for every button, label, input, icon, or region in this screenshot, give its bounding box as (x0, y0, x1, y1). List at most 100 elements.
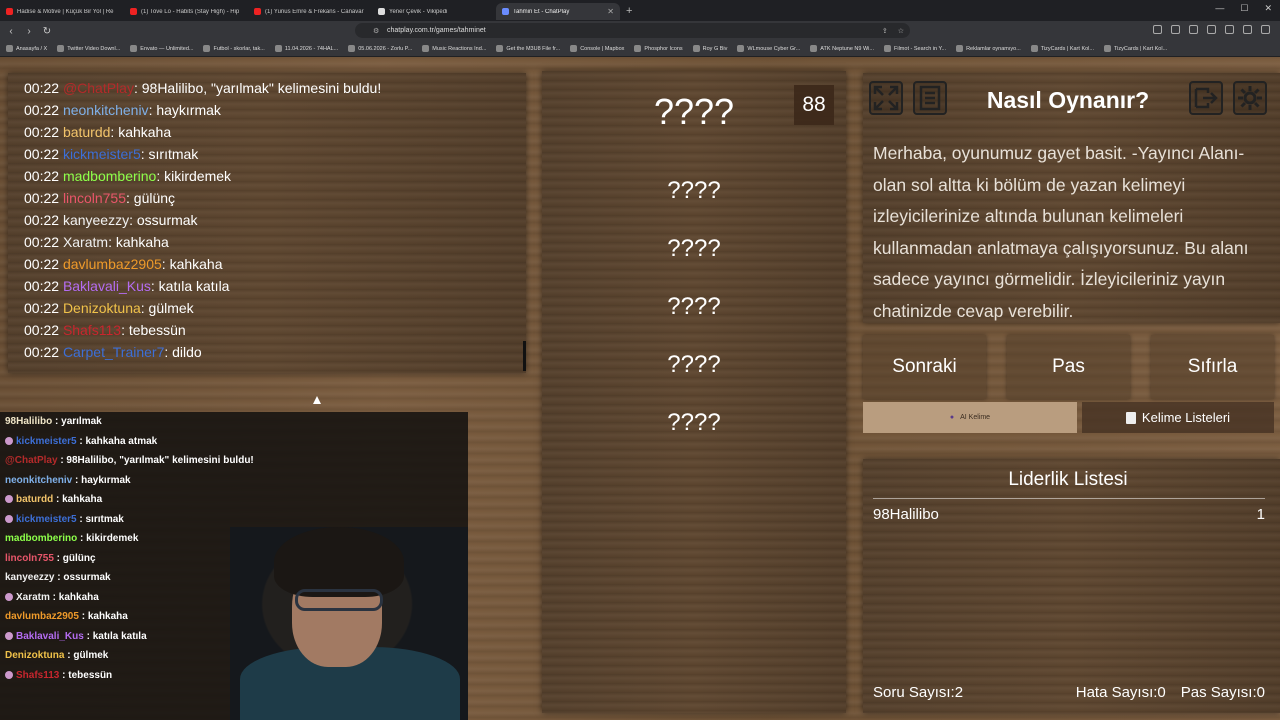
how-to-play-panel: Nasıl Oynanır? Merhaba, oyunumuz gayet b… (863, 73, 1280, 323)
tab-2[interactable]: (1) Yunus Emre & Frekans - Canavar (248, 3, 372, 20)
tab-3[interactable]: Yener Çevik - Vikipedi (372, 3, 496, 20)
bookmark-icon (737, 45, 745, 52)
new-tab-button[interactable]: + (626, 5, 632, 17)
how-to-play-text: Merhaba, oyunumuz gayet basit. -Yayıncı … (873, 143, 1249, 321)
badge-icon (5, 514, 13, 523)
chat-log-scrollbar[interactable] (523, 341, 526, 371)
bookmark-icon (570, 45, 578, 52)
close-tab-icon[interactable]: ✕ (607, 7, 614, 16)
bookmark-item[interactable]: Filmot - Search in Y... (884, 45, 946, 52)
chat-message: 00:22 kickmeister5: sırıtmak (24, 143, 526, 165)
bookmark-icon (203, 45, 211, 52)
reset-button[interactable]: Sıfırla (1151, 335, 1274, 399)
next-button[interactable]: Sonraki (863, 335, 986, 399)
stream-chat-text: : kahkaha (49, 591, 99, 603)
bookmark-label: ATK Neptune N9 Wi... (820, 45, 874, 52)
chat-message: 00:22 Baklavali_Kus: katıla katıla (24, 275, 526, 297)
bookmark-icon (634, 45, 642, 52)
bookmark-icon (956, 45, 964, 52)
bookmark-star-icon[interactable]: ☆ (898, 27, 904, 35)
reload-icon[interactable]: ↻ (40, 26, 54, 37)
stream-chat-username: lincoln755 (5, 552, 54, 564)
leaderboard-row: 98Halilibo 1 (873, 506, 1265, 523)
chat-message: 00:22 kanyeezzy: ossurmak (24, 209, 526, 231)
error-count: Hata Sayısı:0 (1075, 684, 1166, 701)
bookmark-item[interactable]: Futbol - skorlar, tak... (203, 45, 265, 52)
bookmark-item[interactable]: Get the M3U8 File fr... (496, 45, 560, 52)
bookmark-icon (348, 45, 356, 52)
mouse-cursor (313, 396, 321, 404)
back-icon[interactable]: ‹ (4, 26, 18, 37)
webcam-overlay (230, 527, 468, 720)
forbidden-word: ???? (667, 351, 721, 378)
tab-title: (1) Tove Lo - Habits (Stay High) - Hip (141, 8, 240, 15)
bookmark-label: Futbol - skorlar, tak... (213, 45, 265, 52)
bookmark-item[interactable]: Twitter Video Downl... (57, 45, 120, 52)
pass-count: Pas Sayısı:0 (1180, 684, 1265, 701)
chat-username: madbomberino (62, 168, 157, 184)
profile-icon[interactable] (1243, 25, 1252, 34)
share-icon[interactable]: ⇪ (882, 27, 888, 35)
maximize-icon[interactable]: ☐ (1240, 3, 1248, 14)
forbidden-word: ???? (667, 235, 721, 262)
tab-4[interactable]: Tahmin Et - ChatPlay ✕ (496, 3, 620, 20)
bookmark-item[interactable]: Console | Mapbox (570, 45, 624, 52)
chat-time: 00:22 (24, 322, 60, 338)
bookmark-item[interactable]: WLmouse Cyber Gr... (737, 45, 800, 52)
chat-username: Xaratm (62, 234, 109, 250)
ai-word-button[interactable]: ● AI Kelime (863, 402, 1077, 433)
leaderboard-panel: Liderlik Listesi 98Halilibo 1 Soru Sayıs… (863, 459, 1280, 713)
word-lists-button[interactable]: Kelime Listeleri (1082, 402, 1274, 433)
chat-username: kickmeister5 (62, 146, 141, 162)
document-icon (1125, 411, 1136, 424)
bookmark-label: Console | Mapbox (580, 45, 625, 52)
bookmark-item[interactable]: Music Reactions Ind... (422, 45, 486, 52)
chat-message: 00:22 Denizoktuna: gülmek (24, 297, 526, 319)
target-word: ???? (653, 91, 735, 132)
forward-icon[interactable]: › (22, 26, 36, 37)
tab-title: Yener Çevik - Vikipedi (389, 8, 448, 15)
stream-chat-text: : kahkaha (78, 611, 128, 622)
leaderboard-player: 98Halilibo (873, 506, 939, 523)
bookmark-item[interactable]: Anasayfa / X (6, 45, 47, 52)
menu-icon[interactable] (1261, 25, 1270, 34)
bookmark-item[interactable]: ATK Neptune N9 Wi... (810, 45, 874, 52)
bookmark-item[interactable]: 11.04.2026 - 74HAL... (274, 45, 339, 52)
extension-icon[interactable] (1189, 25, 1198, 34)
badge-icon (5, 436, 13, 445)
bookmark-item[interactable]: TizyCards | Kart Kol... (1030, 45, 1094, 52)
bookmark-label: Filmot - Search in Y... (894, 45, 947, 52)
tab-1[interactable]: (1) Tove Lo - Habits (Stay High) - Hip (124, 3, 248, 20)
close-icon[interactable]: ✕ (1264, 3, 1272, 14)
extension-icon[interactable] (1225, 25, 1234, 34)
url-field[interactable]: ⚙ chatplay.com.tr/games/tahminet ⇪ ☆ (355, 23, 910, 38)
tab-0[interactable]: Hadise & Motive | Küçük Bir Yol | Re (0, 3, 124, 20)
stream-chat-username: davlumbaz2905 (5, 611, 79, 622)
exit-icon[interactable] (1189, 81, 1223, 115)
extension-icon[interactable] (1207, 25, 1216, 34)
chat-username: @ChatPlay (62, 80, 134, 96)
bookmark-item[interactable]: Envato — Unlimited... (130, 45, 193, 52)
bookmark-icon (496, 45, 504, 52)
bookmark-label: Music Reactions Ind... (432, 45, 487, 52)
bookmark-item[interactable]: Roy G Biv (692, 45, 728, 52)
chat-text: : gülmek (140, 300, 194, 316)
bookmark-item[interactable]: TizyCards | Kart Kol... (1103, 45, 1167, 52)
extension-icon[interactable] (1171, 25, 1180, 34)
settings-gear-icon[interactable] (1233, 81, 1267, 115)
bookmark-label: Roy G Biv (702, 45, 728, 52)
chat-text: : 98Halilibo, "yarılmak" kelimesini buld… (133, 80, 382, 96)
site-info-icon[interactable]: ⚙ (373, 27, 379, 35)
extension-icon[interactable] (1153, 25, 1162, 34)
bookmark-item[interactable]: Reklamlar oynamıyo... (956, 45, 1021, 52)
word-panel: 88 ???? ???????????????????? (542, 71, 846, 713)
chat-time: 00:22 (24, 80, 60, 96)
pass-button[interactable]: Pas (1007, 335, 1130, 399)
minimize-icon[interactable]: — (1215, 3, 1224, 14)
chat-message: 00:22 madbomberino: kikirdemek (24, 165, 526, 187)
bookmark-label: 11.04.2026 - 74HAL... (284, 45, 339, 52)
bookmark-item[interactable]: Phosphor Icons (634, 45, 683, 52)
stream-chat-username: Shafs113 (16, 669, 60, 681)
bookmark-item[interactable]: 05.06.2026 - Zorlu P... (348, 45, 412, 52)
youtube-icon (130, 8, 137, 15)
